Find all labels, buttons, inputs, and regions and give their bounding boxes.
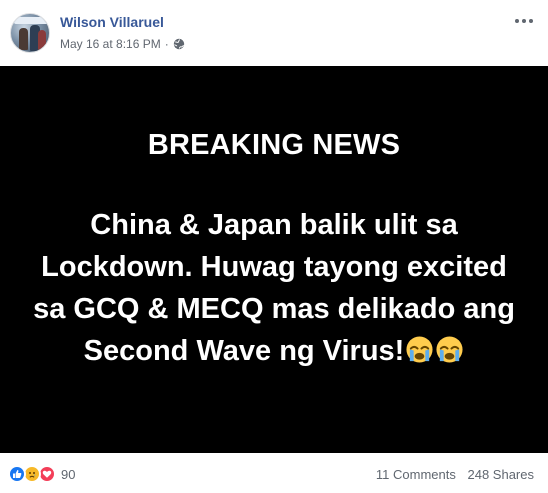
more-options-icon[interactable] bbox=[512, 14, 536, 28]
crying-face-emoji-icon bbox=[406, 336, 433, 363]
post-headline: BREAKING NEWS bbox=[147, 129, 401, 161]
author-name-link[interactable]: Wilson Villaruel bbox=[60, 14, 164, 30]
shares-count-link[interactable]: 248 Shares bbox=[468, 467, 535, 482]
post-timestamp-link[interactable]: May 16 at 8:16 PM bbox=[60, 37, 161, 51]
avatar-figure bbox=[38, 30, 46, 50]
more-dot bbox=[529, 19, 533, 23]
avatar-banner bbox=[14, 17, 48, 24]
engagement-stats: 11 Comments 248 Shares bbox=[376, 467, 534, 482]
comments-count-link[interactable]: 11 Comments bbox=[376, 467, 456, 482]
post-meta: May 16 at 8:16 PM · bbox=[60, 37, 185, 51]
reaction-count[interactable]: 90 bbox=[61, 467, 75, 482]
reaction-summary[interactable]: 90 bbox=[8, 465, 75, 483]
more-dot bbox=[522, 19, 526, 23]
more-dot bbox=[515, 19, 519, 23]
like-icon bbox=[8, 465, 26, 483]
meta-separator: · bbox=[164, 37, 169, 51]
post-message: China & Japan balik ulit sa Lockdown. Hu… bbox=[24, 204, 524, 372]
post-text-background: BREAKING NEWS China & Japan balik ulit s… bbox=[0, 66, 548, 453]
avatar[interactable] bbox=[10, 13, 50, 53]
post-header: Wilson Villaruel May 16 at 8:16 PM · bbox=[0, 0, 548, 66]
avatar-figure bbox=[19, 28, 28, 50]
post-footer: 90 11 Comments 248 Shares bbox=[0, 453, 548, 493]
crying-face-emoji-icon bbox=[436, 336, 463, 363]
globe-icon[interactable] bbox=[173, 38, 185, 50]
